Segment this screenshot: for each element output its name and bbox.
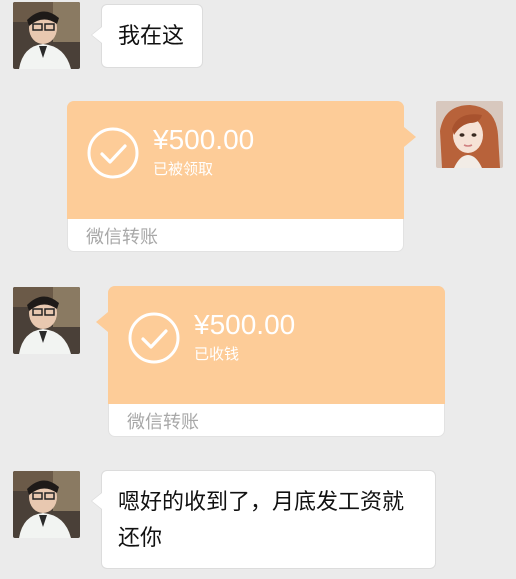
- message-text-4-line2: 还你: [118, 526, 163, 551]
- transfer-card-received[interactable]: ¥500.00 已收钱 微信转账: [96, 286, 445, 437]
- message-bubble-4[interactable]: 嗯好的收到了，月底发工资就 还你: [91, 470, 436, 569]
- check-circle-icon: [128, 312, 180, 364]
- transfer-card-header: ¥500.00 已收钱: [96, 286, 445, 404]
- transfer-label: 微信转账: [86, 227, 158, 248]
- transfer-card-sent[interactable]: ¥500.00 已被领取 微信转账: [67, 101, 416, 252]
- bubble-tail: [96, 312, 108, 332]
- bubble-tail: [404, 127, 416, 147]
- transfer-status: 已被领取: [153, 160, 214, 178]
- transfer-label: 微信转账: [127, 412, 199, 433]
- transfer-status: 已收钱: [194, 345, 240, 363]
- message-bubble-1[interactable]: 我在这: [91, 4, 203, 68]
- avatar-male[interactable]: [13, 2, 80, 69]
- transfer-card-header: ¥500.00 已被领取: [67, 101, 416, 219]
- transfer-amount: ¥500.00: [153, 124, 255, 155]
- avatar-male[interactable]: [13, 471, 80, 538]
- message-text-4-line1: 嗯好的收到了，月底发工资就: [118, 490, 405, 515]
- transfer-amount: ¥500.00: [194, 309, 296, 340]
- avatar-male[interactable]: [13, 287, 80, 354]
- avatar-female[interactable]: [436, 101, 503, 168]
- check-circle-icon: [87, 127, 139, 179]
- message-text-1: 我在这: [118, 24, 185, 49]
